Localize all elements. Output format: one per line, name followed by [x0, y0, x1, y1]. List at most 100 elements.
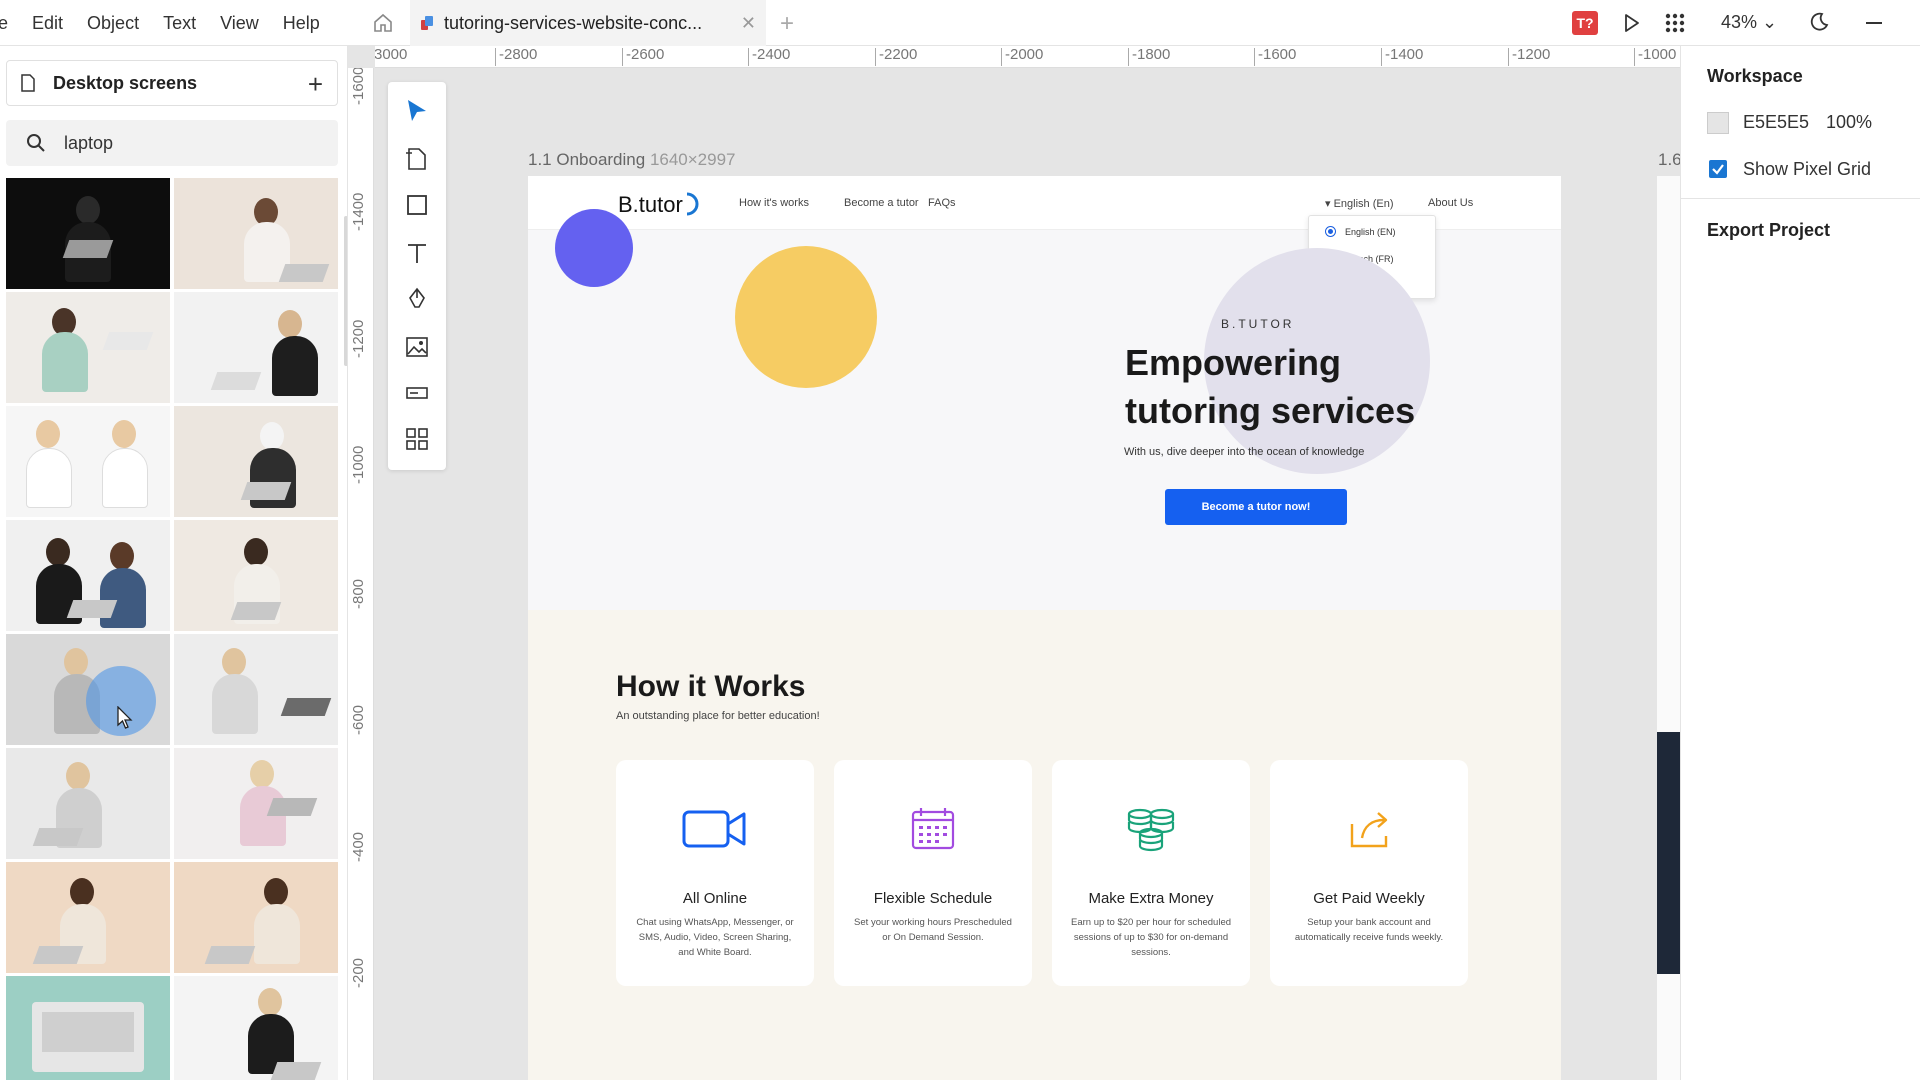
- image-thumbnail[interactable]: [6, 406, 170, 517]
- components-grid-icon[interactable]: [404, 426, 430, 452]
- menu-object[interactable]: Object: [87, 13, 139, 34]
- select-arrow-icon[interactable]: [404, 98, 430, 124]
- feature-card[interactable]: Make Extra Money Earn up to $20 per hour…: [1052, 760, 1250, 986]
- card-description: Set your working hours Prescheduled or O…: [854, 917, 1012, 943]
- image-thumbnail[interactable]: [174, 862, 338, 973]
- ruler-tick: -1600: [1253, 46, 1297, 66]
- site-logo[interactable]: B.tutor: [618, 192, 683, 218]
- ruler-tick: -1600: [350, 68, 367, 105]
- export-project-button[interactable]: Export Project: [1707, 220, 1830, 241]
- rectangle-icon[interactable]: [404, 192, 430, 218]
- page-icon: [21, 74, 35, 92]
- ruler-tick: -1000: [1633, 46, 1677, 66]
- text-warning-badge[interactable]: T?: [1572, 11, 1598, 35]
- image-thumbnail[interactable]: [6, 292, 170, 403]
- divider: [1681, 198, 1920, 199]
- apps-grid-icon[interactable]: [1665, 13, 1685, 33]
- minimize-icon[interactable]: [1866, 22, 1882, 24]
- add-screen-icon[interactable]: +: [308, 69, 323, 100]
- background-hex-input[interactable]: E5E5E5: [1743, 112, 1809, 133]
- image-thumbnail[interactable]: [6, 976, 170, 1080]
- moon-icon[interactable]: [1808, 11, 1830, 33]
- artboard-title[interactable]: 1.1 Onboarding 1640×2997: [528, 150, 736, 170]
- radio-selected-icon: [1325, 226, 1336, 237]
- how-it-works-section: How it Works An outstanding place for be…: [528, 610, 1561, 1080]
- pen-icon[interactable]: [404, 286, 430, 312]
- dark-section: [1657, 732, 1681, 974]
- feature-card[interactable]: All Online Chat using WhatsApp, Messenge…: [616, 760, 814, 986]
- image-thumbnail[interactable]: [174, 178, 338, 289]
- chevron-down-icon: ⌄: [1762, 12, 1778, 32]
- pixel-grid-checkbox[interactable]: [1709, 160, 1727, 178]
- image-search[interactable]: laptop: [6, 120, 338, 166]
- mouse-cursor-icon: [117, 706, 133, 729]
- ruler-tick: -400: [350, 831, 367, 862]
- nav-link-about[interactable]: About Us: [1428, 197, 1473, 209]
- image-thumbnail[interactable]: [6, 862, 170, 973]
- card-description: Setup your bank account and automaticall…: [1294, 917, 1444, 943]
- image-thumbnail[interactable]: [174, 520, 338, 631]
- calendar-icon: [911, 808, 955, 850]
- language-value: English (En): [1333, 198, 1394, 210]
- language-option-english[interactable]: English (EN): [1325, 226, 1396, 237]
- hero-subtitle: With us, dive deeper into the ocean of k…: [1124, 446, 1365, 458]
- language-option-label: English (EN): [1345, 226, 1396, 237]
- image-thumbnail[interactable]: [174, 748, 338, 859]
- image-thumbnail[interactable]: [174, 406, 338, 517]
- artboard-onboarding[interactable]: B.tutor How it's works Become a tutor FA…: [528, 176, 1561, 1080]
- close-tab-icon[interactable]: ✕: [741, 13, 756, 34]
- purple-circle: [555, 209, 633, 287]
- menu-help[interactable]: Help: [283, 13, 320, 34]
- card-description: Earn up to $20 per hour for scheduled se…: [1070, 917, 1232, 958]
- nav-link-how[interactable]: How it's works: [739, 197, 809, 209]
- menu-text[interactable]: Text: [163, 13, 196, 34]
- new-tab-icon[interactable]: +: [780, 10, 794, 38]
- next-artboard-title[interactable]: 1.6: [1658, 150, 1682, 170]
- language-dropdown[interactable]: ▾ English (En): [1325, 197, 1394, 210]
- right-panel: Workspace E5E5E5 100% Show Pixel Grid Ex…: [1680, 46, 1920, 1080]
- ruler-tick: -1400: [1380, 46, 1424, 66]
- become-tutor-button[interactable]: Become a tutor now!: [1165, 489, 1347, 525]
- document-tab[interactable]: tutoring-services-website-conc... ✕: [410, 0, 766, 46]
- input-field-icon[interactable]: [404, 380, 430, 406]
- search-input[interactable]: laptop: [64, 133, 113, 154]
- menu-view[interactable]: View: [220, 13, 259, 34]
- search-icon: [27, 134, 45, 152]
- horizontal-ruler: -3000 -2800 -2600 -2400 -2200 -2000 -180…: [375, 46, 1680, 68]
- home-icon[interactable]: [372, 12, 394, 34]
- background-color-swatch[interactable]: [1707, 112, 1729, 134]
- next-artboard-preview[interactable]: [1657, 176, 1681, 1080]
- artboard-icon[interactable]: [404, 146, 430, 172]
- document-title: tutoring-services-website-conc...: [444, 12, 703, 33]
- zoom-select[interactable]: 43% ⌄: [1721, 12, 1777, 33]
- image-thumbnail[interactable]: [174, 634, 338, 745]
- image-thumbnail[interactable]: [174, 292, 338, 403]
- ruler-tick: -1000: [350, 445, 367, 484]
- background-opacity-input[interactable]: 100%: [1826, 112, 1872, 133]
- ruler-tick: -200: [350, 957, 367, 988]
- ruler-tick: -2600: [621, 46, 665, 66]
- zoom-value: 43%: [1721, 12, 1758, 32]
- image-icon[interactable]: [404, 334, 430, 360]
- play-icon[interactable]: [1620, 12, 1642, 34]
- screens-selector[interactable]: Desktop screens +: [6, 60, 338, 106]
- menu-file[interactable]: e: [0, 13, 8, 34]
- hero-title: Empowering tutoring services: [1125, 342, 1416, 431]
- menu-edit[interactable]: Edit: [32, 13, 63, 34]
- nav-link-become-tutor[interactable]: Become a tutor: [844, 197, 919, 209]
- ruler-tick: -2800: [494, 46, 538, 66]
- image-thumbnail[interactable]: [6, 178, 170, 289]
- section-subtitle: An outstanding place for better educatio…: [616, 710, 820, 722]
- text-icon[interactable]: [404, 240, 430, 266]
- card-title: Get Paid Weekly: [1313, 890, 1425, 907]
- pixel-grid-label[interactable]: Show Pixel Grid: [1743, 159, 1871, 180]
- nav-link-faqs[interactable]: FAQs: [928, 197, 956, 209]
- image-thumbnail[interactable]: [174, 976, 338, 1080]
- yellow-circle: [735, 246, 877, 388]
- image-thumbnail[interactable]: [6, 748, 170, 859]
- ruler-tick: -2400: [747, 46, 791, 66]
- card-description: Chat using WhatsApp, Messenger, or SMS, …: [636, 917, 794, 958]
- feature-card[interactable]: Flexible Schedule Set your working hours…: [834, 760, 1032, 986]
- image-thumbnail[interactable]: [6, 520, 170, 631]
- feature-card[interactable]: Get Paid Weekly Setup your bank account …: [1270, 760, 1468, 986]
